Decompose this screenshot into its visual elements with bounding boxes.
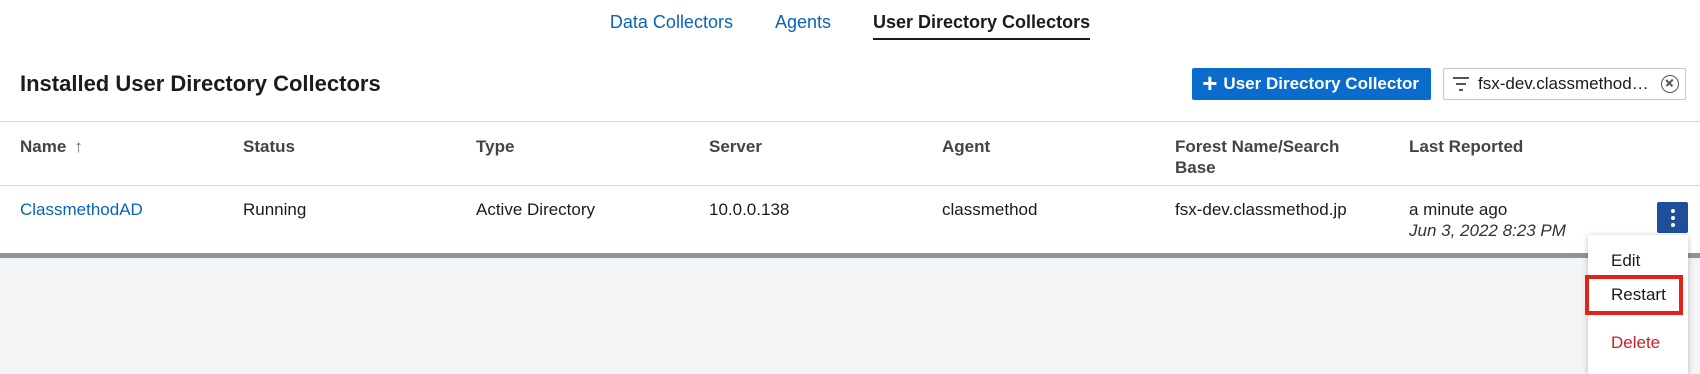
plus-icon: + <box>1202 68 1218 98</box>
sort-ascending-icon: ↑ <box>74 137 83 156</box>
row-actions-menu: Edit Restart Delete <box>1585 235 1688 374</box>
column-header-status[interactable]: Status <box>243 122 476 185</box>
row-actions-kebab-button[interactable] <box>1657 202 1688 233</box>
add-user-directory-collector-button[interactable]: + User Directory Collector <box>1192 68 1431 100</box>
column-header-last-reported[interactable]: Last Reported <box>1409 122 1639 185</box>
menu-item-delete[interactable]: Delete <box>1588 323 1688 363</box>
table-row: ClassmethodAD Running Active Directory 1… <box>0 186 1700 252</box>
add-button-label: User Directory Collector <box>1223 74 1419 93</box>
column-header-server[interactable]: Server <box>709 122 942 185</box>
empty-area <box>0 258 1700 374</box>
status-cell: Running <box>243 200 307 219</box>
tab-data-collectors[interactable]: Data Collectors <box>610 12 733 40</box>
last-reported-relative: a minute ago <box>1409 200 1508 219</box>
filter-value: fsx-dev.classmethod… <box>1478 74 1649 93</box>
tab-bar: Data Collectors Agents User Directory Co… <box>0 12 1700 40</box>
tab-user-directory-collectors[interactable]: User Directory Collectors <box>873 12 1091 40</box>
column-header-name[interactable]: Name ↑ <box>20 122 243 185</box>
clear-filter-icon[interactable] <box>1661 75 1679 93</box>
collector-name-link[interactable]: ClassmethodAD <box>20 200 143 219</box>
agent-cell: classmethod <box>942 200 1038 219</box>
column-header-type[interactable]: Type <box>476 122 709 185</box>
tab-agents[interactable]: Agents <box>775 12 831 40</box>
server-cell: 10.0.0.138 <box>709 200 790 219</box>
filter-input[interactable]: fsx-dev.classmethod… <box>1443 68 1686 100</box>
collectors-table: Name ↑ Status Type Server Agent Forest Na… <box>0 121 1700 252</box>
page-header: Installed User Directory Collectors + Us… <box>20 62 1686 106</box>
menu-item-restart[interactable]: Restart <box>1585 275 1683 315</box>
column-header-agent[interactable]: Agent <box>942 122 1175 185</box>
table-header: Name ↑ Status Type Server Agent Forest Na… <box>0 121 1700 186</box>
page-title: Installed User Directory Collectors <box>20 71 381 96</box>
type-cell: Active Directory <box>476 200 596 219</box>
forest-cell: fsx-dev.classmethod.jp <box>1175 200 1347 219</box>
filter-icon <box>1452 77 1470 91</box>
column-header-forest[interactable]: Forest Name/Search Base <box>1175 122 1375 185</box>
